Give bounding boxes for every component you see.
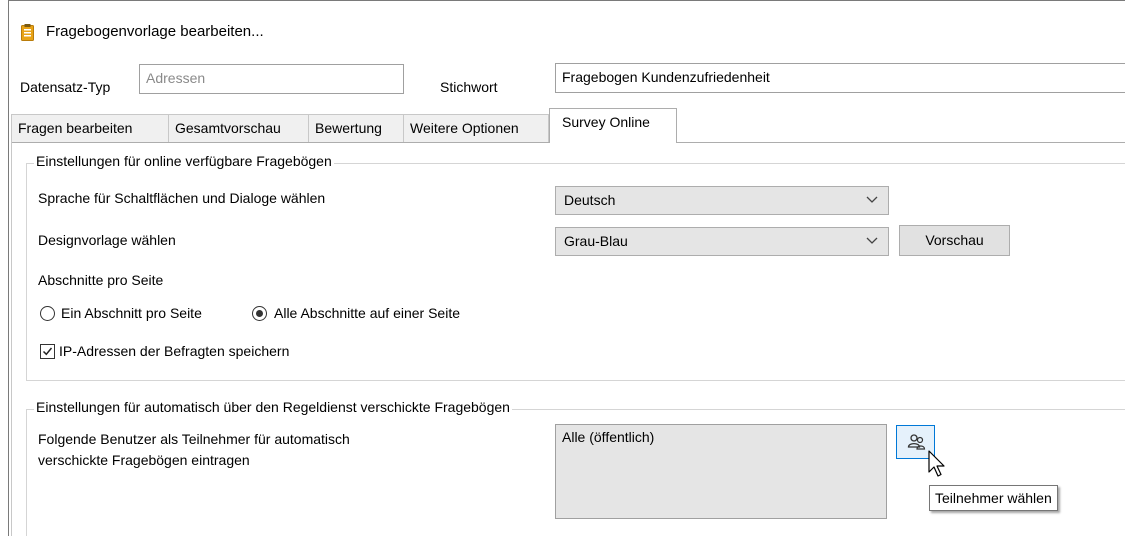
- window-left-border: [8, 0, 9, 536]
- participants-list[interactable]: Alle (öffentlich): [555, 424, 887, 519]
- design-label: Designvorlage wählen: [38, 232, 176, 248]
- radio-one-section-label[interactable]: Ein Abschnitt pro Seite: [61, 305, 202, 321]
- tab-survey-online[interactable]: Survey Online: [549, 108, 677, 143]
- keyword-field[interactable]: Fragebogen Kundenzufriedenheit: [555, 63, 1125, 93]
- preview-button[interactable]: Vorschau: [899, 225, 1010, 256]
- design-select[interactable]: Grau-Blau: [555, 227, 889, 256]
- users-icon: [907, 434, 926, 450]
- mouse-cursor-icon: [928, 450, 945, 477]
- radio-all-sections-label[interactable]: Alle Abschnitte auf einer Seite: [274, 305, 460, 321]
- radio-one-section[interactable]: [40, 306, 55, 321]
- radio-selected-dot: [256, 310, 263, 317]
- participants-label-line1: Folgende Benutzer als Teilnehmer für aut…: [38, 431, 350, 447]
- chevron-down-icon: [866, 237, 878, 244]
- ip-checkbox-label[interactable]: IP-Adressen der Befragten speichern: [59, 343, 289, 359]
- chevron-down-icon: [866, 196, 878, 203]
- window-top-border: [8, 0, 1125, 1]
- keyword-label: Stichwort: [440, 79, 498, 95]
- window-title: Fragebogenvorlage bearbeiten...: [46, 23, 264, 40]
- language-label: Sprache für Schaltflächen und Dialoge wä…: [38, 190, 326, 206]
- tab-fragen-bearbeiten[interactable]: Fragen bearbeiten: [11, 114, 169, 142]
- design-select-value: Grau-Blau: [564, 233, 628, 249]
- tab-weitere-optionen[interactable]: Weitere Optionen: [403, 114, 549, 142]
- clipboard-icon: [21, 24, 34, 41]
- checkmark-icon: [42, 347, 53, 356]
- participants-list-item[interactable]: Alle (öffentlich): [562, 429, 654, 445]
- sections-label: Abschnitte pro Seite: [38, 272, 164, 288]
- language-select[interactable]: Deutsch: [555, 186, 889, 215]
- participants-tooltip: Teilnehmer wählen: [929, 485, 1058, 511]
- tab-bewertung[interactable]: Bewertung: [308, 114, 404, 142]
- online-settings-title: Einstellungen für online verfügbare Frag…: [34, 153, 334, 169]
- radio-all-sections[interactable]: [252, 306, 267, 321]
- participants-label-line2: verschickte Fragebögen eintragen: [38, 452, 250, 468]
- auto-settings-title: Einstellungen für automatisch über den R…: [34, 399, 512, 415]
- language-select-value: Deutsch: [564, 192, 616, 208]
- record-type-label: Datensatz-Typ: [20, 79, 111, 95]
- ip-checkbox[interactable]: [40, 344, 55, 359]
- tab-gesamtvorschau[interactable]: Gesamtvorschau: [168, 114, 309, 142]
- record-type-field[interactable]: Adressen: [139, 64, 404, 94]
